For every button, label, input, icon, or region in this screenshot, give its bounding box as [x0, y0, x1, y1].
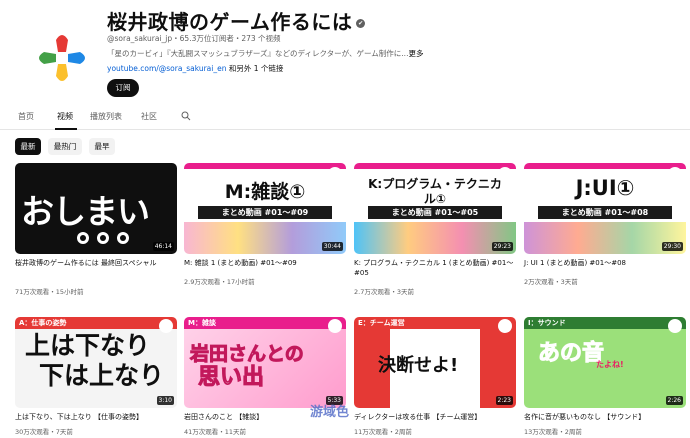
thumbnail-text-line1: 岩田さんとの	[190, 343, 305, 366]
verified-icon: ✔	[356, 19, 366, 28]
video-title[interactable]: 名作に音が悪いものなし 【サウンド】	[524, 412, 686, 422]
video-thumbnail[interactable]: I：サウンド あの音 たよね! 2:26	[524, 317, 686, 408]
subscribe-button[interactable]: 订阅	[107, 79, 139, 97]
video-thumbnail[interactable]: E：チーム運営 決断せよ! 2:23	[354, 317, 516, 408]
chip-latest[interactable]: 最新	[15, 138, 41, 155]
video-meta: 2万次观看・3天前	[524, 278, 578, 286]
search-icon[interactable]	[181, 111, 191, 121]
thumbnail-text: あの音	[537, 341, 605, 367]
thumbnail-text: K:プログラム・テクニカル①	[368, 177, 502, 206]
thumbnail-category: I：サウンド	[524, 317, 686, 329]
duration-badge: 30:44	[321, 242, 343, 251]
duration-badge: 46:14	[152, 242, 174, 251]
thumbnail-text-line1: 上は下なり	[25, 331, 151, 360]
video-thumbnail[interactable]: K:プログラム・テクニカル① まとめ動画 #01～#05 29:23	[354, 163, 516, 254]
chip-oldest[interactable]: 最早	[89, 138, 115, 155]
duration-badge: 3:10	[156, 396, 174, 405]
channel-avatar	[22, 18, 102, 98]
video-thumbnail[interactable]: M:雑談① まとめ動画 #01～#09 30:44	[184, 163, 346, 254]
logo-icon	[668, 167, 682, 181]
thumbnail-bar	[524, 163, 686, 169]
thumbnail-bar	[184, 163, 346, 169]
thumbnail-category: A：仕事の姿勢	[15, 317, 177, 329]
thumbnail-subtext: まとめ動画 #01～#08	[538, 206, 672, 219]
channel-meta: @sora_sakurai_jp・65.3万位订阅者・273 个视频	[107, 34, 281, 43]
channel-link[interactable]: youtube.com/@sora_sakurai_en	[107, 64, 226, 73]
video-title[interactable]: 桜井政博のゲーム作るには 最終回スペシャル	[15, 258, 177, 268]
logo-icon	[328, 167, 342, 181]
tab-home[interactable]: 首页	[18, 111, 34, 122]
video-meta: 11万次观看・2周前	[354, 428, 412, 436]
thumbnail-text: 決断せよ!	[378, 355, 459, 376]
video-title[interactable]: M: 雑談 1 (まとめ動画) #01～#09	[184, 258, 346, 268]
video-meta: 2.7万次观看・3天前	[354, 288, 414, 296]
video-meta: 13万次观看・2周前	[524, 428, 582, 436]
video-meta: 30万次观看・7天前	[15, 428, 73, 436]
video-title[interactable]: K: プログラム・テクニカル 1 (まとめ動画) #01～#05	[354, 258, 516, 278]
channel-title: 桜井政博のゲーム作るには ✔	[107, 6, 366, 35]
thumbnail-text: おしまい	[21, 192, 150, 231]
thumbnail-subtext: まとめ動画 #01～#09	[198, 206, 332, 219]
thumbnail-subtext: まとめ動画 #01～#05	[368, 206, 502, 219]
video-meta: 2.9万次观看・17小时前	[184, 278, 255, 286]
thumbnail-text: J:UI①	[575, 176, 635, 200]
creature-icons	[77, 232, 129, 244]
duration-badge: 29:23	[491, 242, 513, 251]
chip-popular[interactable]: 最热门	[48, 138, 82, 155]
channel-logo-icon	[39, 35, 85, 81]
video-thumbnail[interactable]: J:UI① まとめ動画 #01～#08 29:30	[524, 163, 686, 254]
active-tab-indicator	[55, 128, 77, 130]
description-text: 「星のカービィ」『大乱闘スマッシュブラザーズ』などのディレクターが、ゲーム制作に…	[107, 49, 409, 58]
thumbnail-text: M:雑談①	[224, 181, 306, 203]
logo-icon	[668, 319, 682, 333]
logo-icon	[328, 319, 342, 333]
thumbnail-subtext: たよね!	[596, 360, 624, 369]
channel-link-extra[interactable]: 和另外 1 个链接	[229, 64, 284, 73]
video-meta: 71万次观看・15小时前	[15, 288, 84, 296]
video-title[interactable]: ディレクターは攻る仕事 【チーム運営】	[354, 412, 516, 422]
thumbnail-category: E：チーム運営	[354, 317, 516, 329]
channel-links[interactable]: youtube.com/@sora_sakurai_en 和另外 1 个链接	[107, 63, 283, 74]
thumbnail-text-line2: 下は上なり	[39, 361, 165, 390]
watermark: 游域色	[310, 405, 350, 420]
thumbnail-category: M：雑談	[184, 317, 346, 329]
logo-icon	[498, 167, 512, 181]
tab-videos[interactable]: 视频	[57, 111, 73, 122]
channel-name-text: 桜井政博のゲーム作るには	[107, 10, 353, 34]
duration-badge: 2:23	[495, 396, 513, 405]
thumbnail-bar	[354, 163, 516, 169]
video-thumbnail[interactable]: おしまい 46:14	[15, 163, 177, 254]
video-title[interactable]: J: UI 1 (まとめ動画) #01～#08	[524, 258, 686, 268]
tab-playlists[interactable]: 播放列表	[90, 111, 122, 122]
tab-community[interactable]: 社区	[141, 111, 157, 122]
description-more-link[interactable]: 更多	[408, 49, 423, 58]
duration-badge: 2:26	[665, 396, 683, 405]
channel-description[interactable]: 「星のカービィ」『大乱闘スマッシュブラザーズ』などのディレクターが、ゲーム制作に…	[107, 48, 423, 59]
logo-icon	[159, 319, 173, 333]
thumbnail-text-line2: 思い出	[197, 365, 265, 390]
video-title[interactable]: 上は下なり、下は上なり 【仕事の姿勢】	[15, 412, 177, 422]
logo-icon	[498, 319, 512, 333]
video-thumbnail[interactable]: A：仕事の姿勢 上は下なり 下は上なり 3:10	[15, 317, 177, 408]
video-thumbnail[interactable]: M：雑談 岩田さんとの 思い出 5:33	[184, 317, 346, 408]
channel-tabs: 首页 视频 播放列表 社区	[0, 104, 690, 130]
duration-badge: 29:30	[661, 242, 683, 251]
video-meta: 41万次观看・11天前	[184, 428, 247, 436]
